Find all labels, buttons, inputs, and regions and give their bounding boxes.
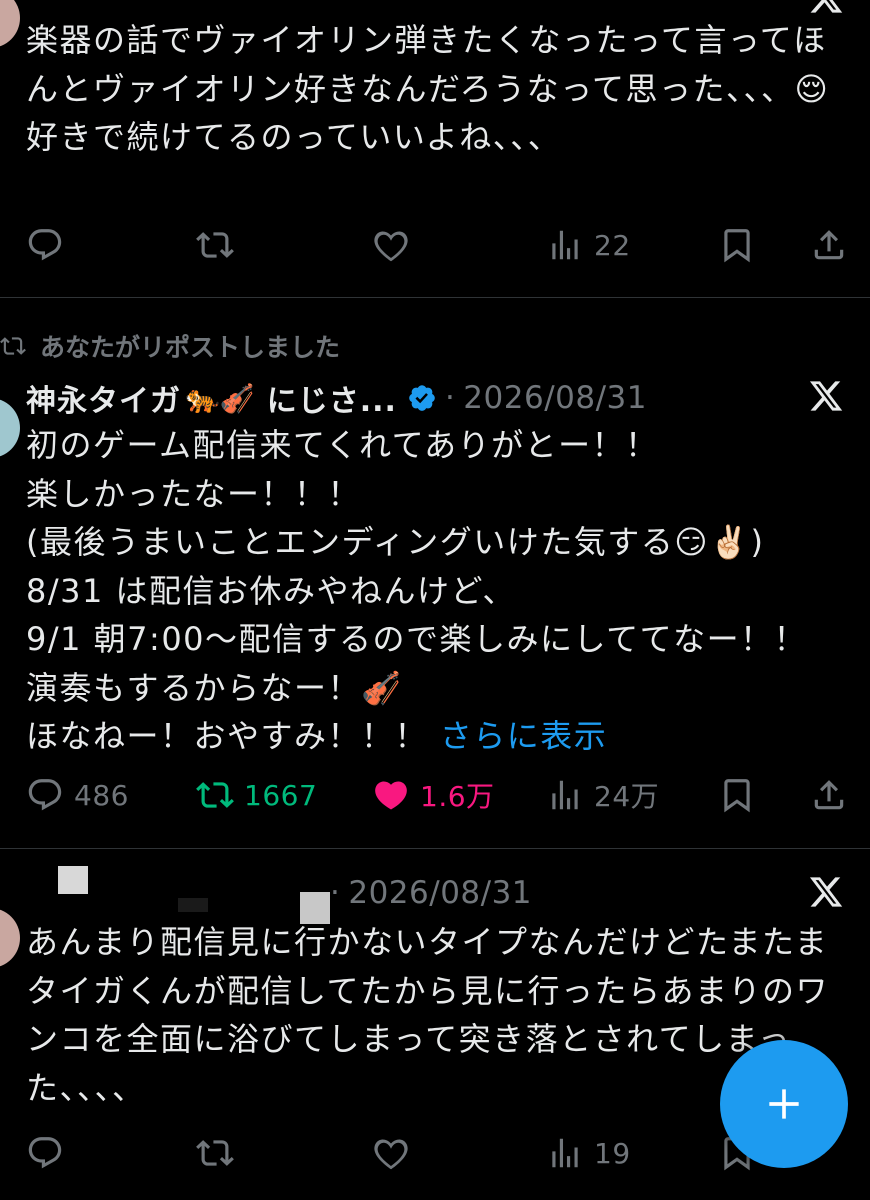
separator: · — [330, 875, 341, 911]
avatar[interactable] — [0, 908, 20, 968]
views-button[interactable]: 19 — [546, 1128, 631, 1178]
x-logo-icon[interactable] — [808, 874, 844, 910]
like-button[interactable] — [372, 1128, 410, 1178]
views-icon — [552, 1138, 578, 1168]
heart-icon — [374, 1139, 408, 1170]
tweet-text: あんまり配信見に行かないタイプなんだけどたまたまタイガくんが配信してたから見に行… — [26, 923, 830, 1107]
repost-icon — [196, 1140, 234, 1166]
tweet-meta: · 2026/08/31 — [330, 869, 532, 917]
reply-icon — [28, 1137, 62, 1169]
repost-button[interactable] — [196, 1128, 234, 1178]
plus-icon — [769, 1089, 799, 1119]
compose-button[interactable] — [720, 1040, 848, 1168]
redacted-name-block — [58, 866, 88, 894]
views-count: 19 — [594, 1136, 631, 1170]
redacted-handle-block — [178, 898, 208, 912]
timestamp[interactable]: 2026/08/31 — [348, 875, 532, 911]
reply-button[interactable] — [26, 1128, 64, 1178]
tweet-3[interactable]: · 2026/08/31 あんまり配信見に行かないタイプなんだけどたまたまタイガ… — [0, 0, 870, 1200]
